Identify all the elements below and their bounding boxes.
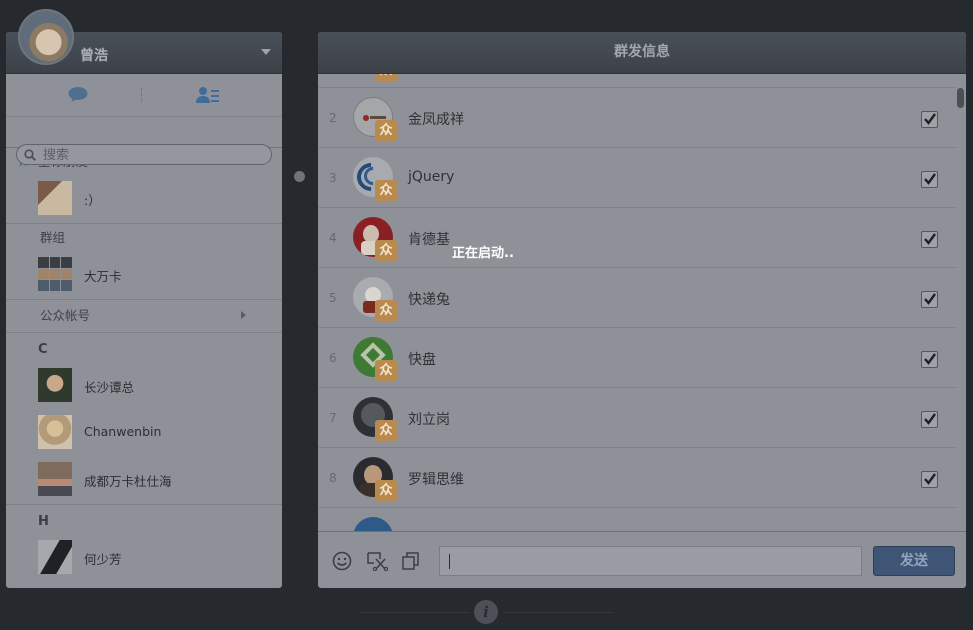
row-number: 5 <box>329 291 337 305</box>
contact-item[interactable]: 成都万卡杜仕海 <box>6 457 282 504</box>
list-item[interactable] <box>318 507 956 531</box>
panel-tabs <box>6 74 282 117</box>
contacts-panel: 曾浩 星标朋友 :） 群组 大万卡 公众帐号 C <box>6 32 282 588</box>
contact-item[interactable]: 大万卡 <box>6 252 282 299</box>
search-icon <box>24 149 36 161</box>
row-number: 4 <box>329 231 337 245</box>
select-checkbox[interactable] <box>921 231 938 248</box>
row-number: 7 <box>329 411 337 425</box>
contact-item[interactable]: 长沙谭总 <box>6 363 282 410</box>
user-avatar[interactable] <box>18 9 74 65</box>
account-name: 快盘 <box>408 352 436 368</box>
account-name: 刘立岗 <box>408 412 450 428</box>
row-number: 6 <box>329 351 337 365</box>
message-input[interactable] <box>439 546 862 576</box>
emoji-icon[interactable] <box>332 551 352 571</box>
compose-bar: 发送 <box>318 531 966 588</box>
user-name[interactable]: 曾浩 <box>80 45 108 65</box>
official-account-badge: 众 <box>375 120 397 142</box>
list-item[interactable]: 6 众 快盘 <box>318 327 956 388</box>
avatar <box>38 540 72 574</box>
panel-title: 群发信息 <box>318 32 966 74</box>
select-checkbox[interactable] <box>921 471 938 488</box>
section-groups: 群组 <box>40 230 66 245</box>
list-item[interactable]: 众 <box>318 74 956 88</box>
row-number: 2 <box>329 111 337 125</box>
contact-name: 长沙谭总 <box>84 380 135 395</box>
list-item[interactable]: 4 众 肯德基 <box>318 207 956 268</box>
contact-item[interactable]: :） <box>6 176 282 223</box>
select-checkbox[interactable] <box>921 111 938 128</box>
account-name: 金凤成祥 <box>408 112 464 128</box>
search-field[interactable] <box>16 144 272 165</box>
list-item[interactable]: 7 众 刘立岗 <box>318 387 956 448</box>
recipient-list[interactable]: 众 2 众 金凤成祥 3 众 jQuery <box>318 74 966 531</box>
scrollbar-thumb[interactable] <box>957 88 964 108</box>
list-item[interactable]: 5 众 快递兔 <box>318 267 956 328</box>
official-account-badge: 众 <box>375 420 397 442</box>
section-public[interactable]: 公众帐号 <box>6 300 282 332</box>
contact-item[interactable]: 何少芳 <box>6 535 282 582</box>
row-number: 3 <box>329 171 337 185</box>
text-cursor <box>449 554 450 569</box>
broadcast-panel: 群发信息 众 2 众 金凤成祥 3 众 jQuery <box>318 32 966 588</box>
official-account-badge: 众 <box>375 240 397 262</box>
row-number: 8 <box>329 471 337 485</box>
account-name: 罗辑思维 <box>408 472 464 488</box>
info-icon[interactable]: i <box>474 600 498 624</box>
account-name: 肯德基 <box>408 232 450 248</box>
avatar <box>38 462 72 496</box>
contact-item[interactable]: Chanwenbin <box>6 410 282 457</box>
index-letter: H <box>38 514 49 529</box>
official-account-badge: 众 <box>375 480 397 502</box>
contact-name: :） <box>84 193 101 208</box>
avatar <box>38 368 72 402</box>
contact-name: 成都万卡杜仕海 <box>84 474 172 489</box>
group-avatar <box>38 257 72 291</box>
send-button[interactable]: 发送 <box>873 546 955 576</box>
contact-name: 大万卡 <box>84 269 122 284</box>
screenshot-icon[interactable] <box>366 551 388 571</box>
account-logo <box>353 517 393 531</box>
list-item[interactable]: 8 众 罗辑思维 <box>318 447 956 508</box>
contact-name: 何少芳 <box>84 552 122 567</box>
list-item[interactable]: 2 众 金凤成祥 <box>318 87 956 148</box>
account-name: jQuery <box>408 169 455 185</box>
official-account-badge: 众 <box>375 74 397 82</box>
chevron-right-icon <box>241 311 246 319</box>
chevron-down-icon[interactable] <box>261 49 271 55</box>
tab-divider <box>141 88 142 102</box>
panel-splitter-handle[interactable] <box>294 171 305 182</box>
contacts-icon[interactable] <box>196 86 220 104</box>
official-account-badge: 众 <box>375 300 397 322</box>
footer-divider <box>503 612 613 613</box>
contact-name: Chanwenbin <box>84 424 162 439</box>
loading-text: 正在启动.. <box>452 246 514 261</box>
select-checkbox[interactable] <box>921 411 938 428</box>
select-checkbox[interactable] <box>921 171 938 188</box>
official-account-badge: 众 <box>375 360 397 382</box>
account-name: 快递兔 <box>408 292 450 308</box>
avatar <box>38 415 72 449</box>
copy-icon[interactable] <box>401 551 421 571</box>
list-item[interactable]: 3 众 jQuery <box>318 147 956 208</box>
official-account-badge: 众 <box>375 180 397 202</box>
select-checkbox[interactable] <box>921 351 938 368</box>
section-public-label: 公众帐号 <box>40 308 91 323</box>
avatar <box>38 181 72 215</box>
search-input[interactable] <box>41 146 265 165</box>
chat-icon[interactable] <box>68 87 88 102</box>
select-checkbox[interactable] <box>921 291 938 308</box>
footer-divider <box>360 612 470 613</box>
index-letter: C <box>38 342 48 357</box>
